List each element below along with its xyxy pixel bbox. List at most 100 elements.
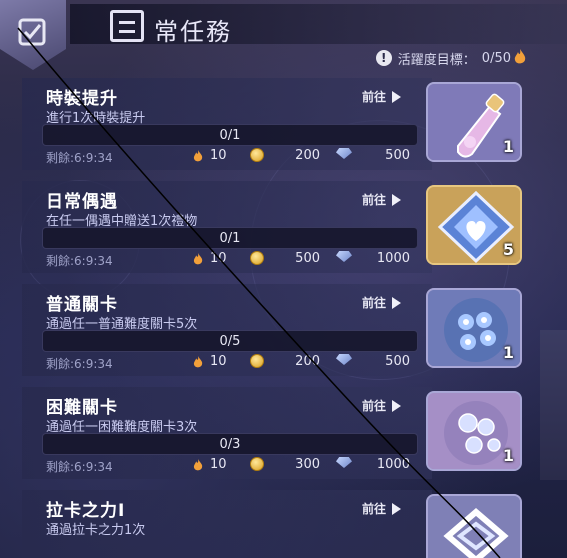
reward-gold-amount: 300 — [290, 457, 320, 472]
goto-label: 前往 — [362, 193, 387, 207]
reward-activity-value: 10 — [210, 354, 227, 369]
task-row: 普通關卡 通過任一普通難度關卡5次 前往 0/5 剩餘:6:9:34 10 200 500 1 — [0, 276, 528, 376]
calendar-icon — [110, 10, 144, 42]
checklist-icon — [18, 18, 46, 46]
goto-button[interactable]: 前往 — [362, 294, 402, 311]
reward-gold-amount: 200 — [290, 148, 320, 163]
task-name: 時裝提升 — [46, 89, 118, 109]
reward-gold-amount: 200 — [290, 354, 320, 369]
gem-icon — [336, 148, 352, 159]
reward-gold — [250, 148, 264, 162]
goto-label: 前往 — [362, 502, 387, 516]
play-icon — [392, 399, 402, 412]
flame-icon — [514, 49, 526, 64]
reward-activity: 10 — [192, 354, 227, 369]
reward-gold-value: 200 — [295, 148, 320, 163]
task-name: 拉卡之力I — [46, 501, 126, 521]
activity-goal-label: 活躍度目標： — [397, 52, 476, 68]
coin-icon — [250, 354, 264, 368]
reward-activity: 10 — [192, 251, 227, 266]
reward-gem — [336, 148, 352, 159]
reward-gem — [336, 251, 352, 262]
reward-activity: 10 — [192, 457, 227, 472]
reward-gem-amount: 500 — [366, 148, 410, 163]
progress-bar: 0/5 — [42, 330, 418, 352]
gem-icon — [336, 354, 352, 365]
flame-icon — [192, 252, 204, 266]
reward-gem-amount: 500 — [366, 354, 410, 369]
goto-label: 前往 — [362, 296, 387, 310]
reward-activity: 10 — [192, 148, 227, 163]
reward-gold-value: 500 — [295, 251, 320, 266]
reward-gold — [250, 354, 264, 368]
header: 常任務 ! 活躍度目標： 0/50 — [0, 0, 567, 70]
activity-goal-value: 0/50 — [481, 50, 511, 66]
progress-bar: 0/1 — [42, 227, 418, 249]
progress-text: 0/1 — [219, 231, 241, 246]
time-remaining: 剩餘:6:9:34 — [46, 254, 113, 268]
progress-bar: 0/3 — [42, 433, 418, 455]
reward-gem-value: 500 — [385, 354, 410, 369]
goto-button[interactable]: 前往 — [362, 397, 402, 414]
task-row: 拉卡之力I 通過拉卡之力1次 前往 — [0, 482, 528, 558]
reward-gold-amount: 500 — [290, 251, 320, 266]
reward-gem-value: 1000 — [376, 251, 410, 266]
task-name: 普通關卡 — [46, 295, 118, 315]
reward-gem-amount: 1000 — [366, 457, 410, 472]
reward-activity-value: 10 — [210, 457, 227, 472]
task-name: 日常偶遇 — [46, 192, 118, 212]
back-button[interactable] — [0, 0, 66, 70]
item-count: 1 — [502, 137, 514, 156]
play-icon — [392, 502, 402, 515]
progress-text: 0/1 — [219, 128, 241, 143]
goto-button[interactable]: 前往 — [362, 191, 402, 208]
task-row: 時裝提升 進行1次時裝提升 前往 0/1 剩餘:6:9:34 10 200 500 1 — [0, 70, 528, 170]
reward-gem-amount: 1000 — [366, 251, 410, 266]
exclamation-icon: ! — [375, 50, 392, 66]
reward-item-card[interactable]: 1 — [426, 288, 522, 368]
flame-icon — [192, 458, 204, 472]
reward-item-card[interactable]: 5 — [426, 185, 522, 265]
reward-gem-value: 1000 — [376, 457, 410, 472]
flame-icon — [192, 355, 204, 369]
coin-icon — [250, 457, 264, 471]
reward-gold-value: 300 — [295, 457, 320, 472]
item-count: 1 — [502, 446, 514, 465]
header-strip — [70, 4, 567, 44]
reward-gem — [336, 354, 352, 365]
play-icon — [392, 90, 402, 103]
progress-text: 0/5 — [219, 334, 241, 349]
page-title: 常任務 — [154, 18, 232, 46]
reward-gold-value: 200 — [295, 354, 320, 369]
side-scroll-tab[interactable] — [540, 330, 567, 480]
time-remaining: 剩餘:6:9:34 — [46, 151, 113, 165]
play-icon — [392, 296, 402, 309]
task-name: 困難關卡 — [46, 398, 118, 418]
reward-gem-value: 500 — [385, 148, 410, 163]
reward-activity-value: 10 — [210, 251, 227, 266]
reward-item-card[interactable]: 1 — [426, 82, 522, 162]
coin-icon — [250, 148, 264, 162]
goto-button[interactable]: 前往 — [362, 500, 402, 517]
flame-icon — [192, 149, 204, 163]
reward-item-card[interactable]: 1 — [426, 391, 522, 471]
progress-bar: 0/1 — [42, 124, 418, 146]
reward-gem — [336, 457, 352, 468]
time-remaining: 剩餘:6:9:34 — [46, 357, 113, 371]
progress-text: 0/3 — [219, 437, 241, 452]
reward-gold — [250, 251, 264, 265]
item-count: 5 — [502, 240, 514, 259]
play-icon — [392, 193, 402, 206]
item-count: 1 — [502, 343, 514, 362]
time-remaining: 剩餘:6:9:34 — [46, 460, 113, 474]
gem-icon — [336, 457, 352, 468]
reward-gold — [250, 457, 264, 471]
goto-label: 前往 — [362, 399, 387, 413]
coin-icon — [250, 251, 264, 265]
reward-item-card[interactable] — [426, 494, 522, 558]
goto-button[interactable]: 前往 — [362, 88, 402, 105]
goto-label: 前往 — [362, 90, 387, 104]
reward-activity-value: 10 — [210, 148, 227, 163]
activity-goal: ! 活躍度目標： 0/50 — [375, 48, 511, 68]
task-row: 日常偶遇 在任一偶遇中贈送1次禮物 前往 0/1 剩餘:6:9:34 10 500 1000 5 — [0, 173, 528, 273]
